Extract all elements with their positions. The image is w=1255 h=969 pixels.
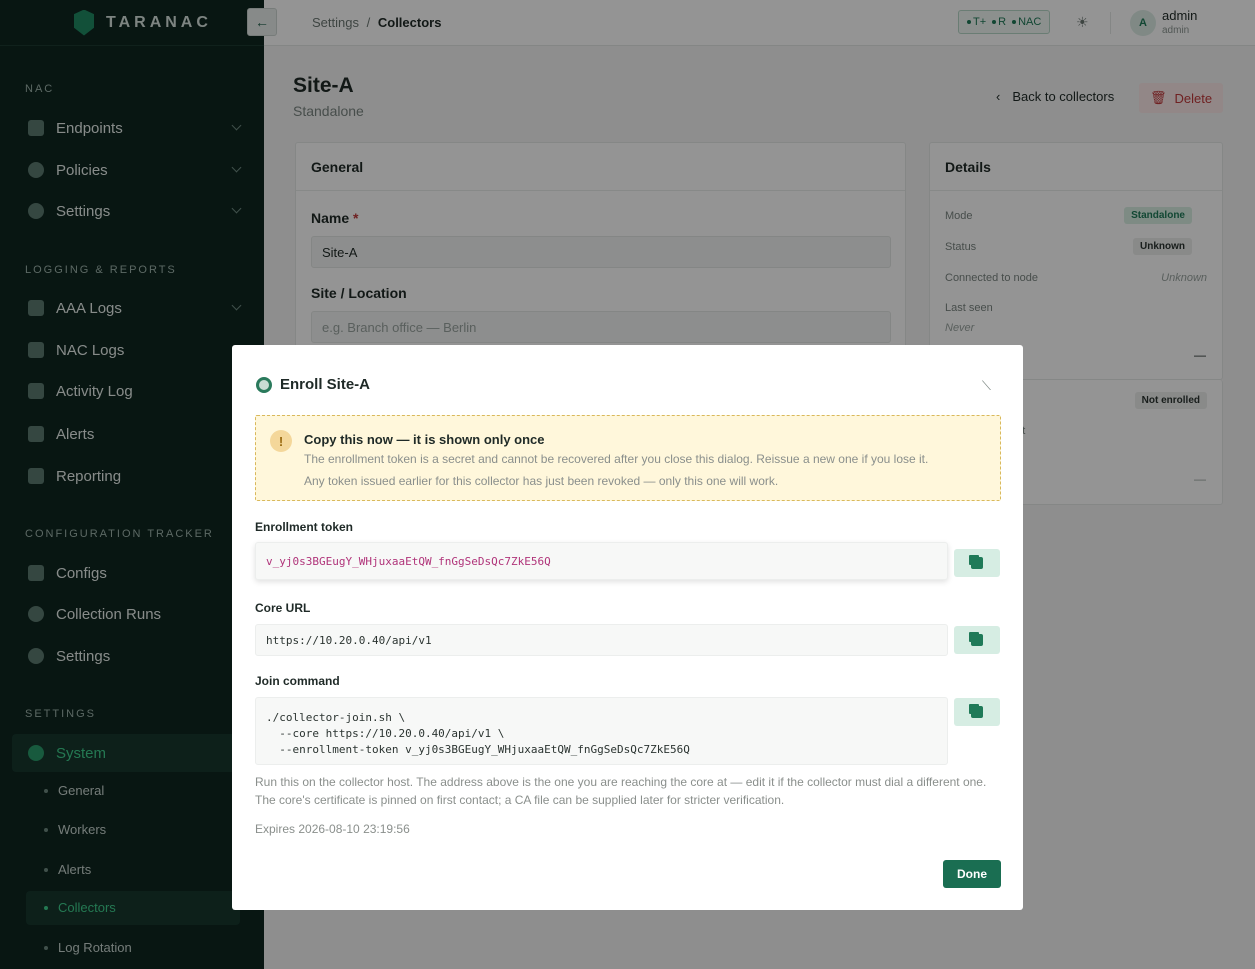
- warning-title: Copy this now — it is shown only once: [304, 432, 545, 447]
- copy-token-button[interactable]: [954, 549, 1000, 577]
- token-field[interactable]: v_yj0s3BGEugY_WHjuxaaEtQW_fnGgSeDsQc7ZkE…: [255, 542, 948, 580]
- key-icon: [256, 376, 272, 393]
- help-text: Run this on the collector host. The addr…: [255, 775, 987, 807]
- warning-body: The enrollment token is a secret and can…: [304, 452, 929, 488]
- expires-text: Expires 2026-08-10 23:19:56: [255, 822, 410, 836]
- enroll-dialog: Enroll Site-A ⟍ ! Copy this now — it is …: [232, 345, 1023, 910]
- token-label: Enrollment token: [255, 520, 354, 534]
- done-button[interactable]: Done: [943, 860, 1001, 888]
- copy-icon: [971, 706, 983, 718]
- core-url-field[interactable]: https://10.20.0.40/api/v1: [255, 624, 948, 656]
- dialog-title: Enroll Site-A: [256, 376, 370, 393]
- copy-core-url-button[interactable]: [954, 626, 1000, 654]
- core-url-label: Core URL: [255, 601, 311, 615]
- warning-icon: !: [270, 430, 292, 452]
- join-command-label: Join command: [255, 674, 340, 688]
- join-command-field[interactable]: ./collector-join.sh \ --core https://10.…: [255, 697, 948, 765]
- warning-callout: ! Copy this now — it is shown only once …: [255, 415, 1001, 501]
- copy-join-command-button[interactable]: [954, 698, 1000, 726]
- copy-icon: [971, 557, 983, 569]
- copy-icon: [971, 634, 983, 646]
- close-icon[interactable]: ⟍: [982, 378, 991, 394]
